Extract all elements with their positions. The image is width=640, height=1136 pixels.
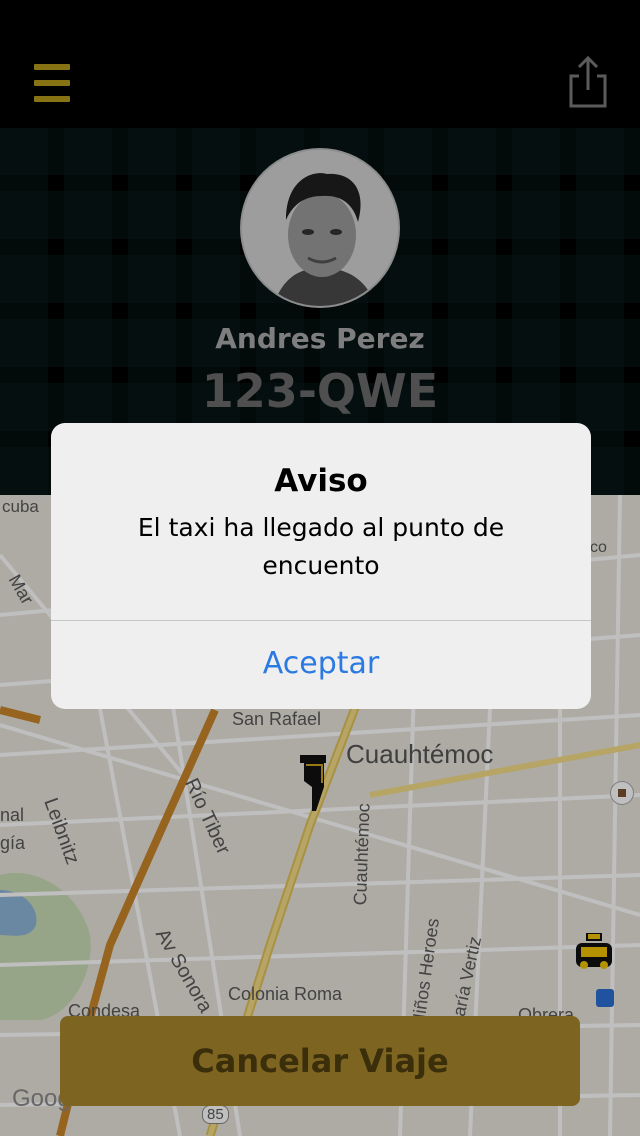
cancel-trip-button[interactable]: Cancelar Viaje bbox=[60, 1016, 580, 1106]
alert-message: El taxi ha llegado al punto de encuento bbox=[137, 513, 505, 580]
accept-button[interactable]: Aceptar bbox=[51, 621, 591, 709]
alert-dialog: Aviso El taxi ha llegado al punto de enc… bbox=[51, 423, 591, 709]
alert-title: Aviso bbox=[274, 463, 368, 499]
